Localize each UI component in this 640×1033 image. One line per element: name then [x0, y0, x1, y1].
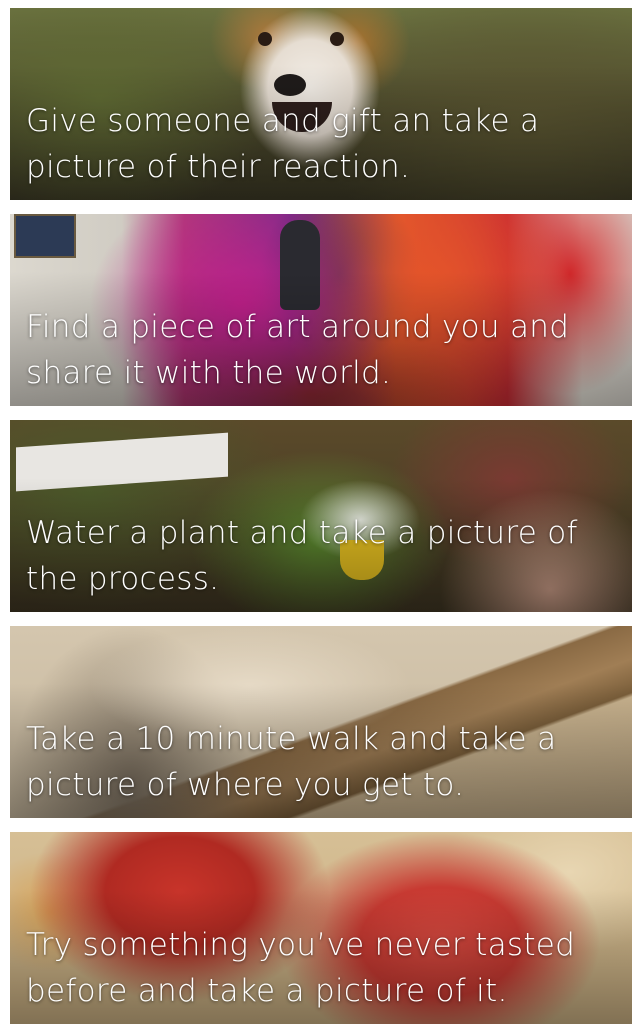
challenge-card-walk[interactable]: Take a 10 minute walk and take a picture… — [10, 626, 632, 818]
challenge-card-gift-reaction[interactable]: Give someone and gift an take a picture … — [10, 8, 632, 200]
challenge-feed: Give someone and gift an take a picture … — [0, 0, 640, 1033]
card-caption: Give someone and gift an take a picture … — [26, 103, 540, 185]
challenge-card-water-plant[interactable]: Water a plant and take a picture of the … — [10, 420, 632, 612]
card-caption: Take a 10 minute walk and take a picture… — [26, 721, 557, 803]
card-caption: Find a piece of art around you and share… — [26, 309, 570, 391]
challenge-card-art[interactable]: Find a piece of art around you and share… — [10, 214, 632, 406]
challenge-card-taste[interactable]: Try something you’ve never tasted before… — [10, 832, 632, 1024]
card-caption: Try something you’ve never tasted before… — [26, 927, 576, 1009]
card-caption: Water a plant and take a picture of the … — [26, 515, 578, 597]
